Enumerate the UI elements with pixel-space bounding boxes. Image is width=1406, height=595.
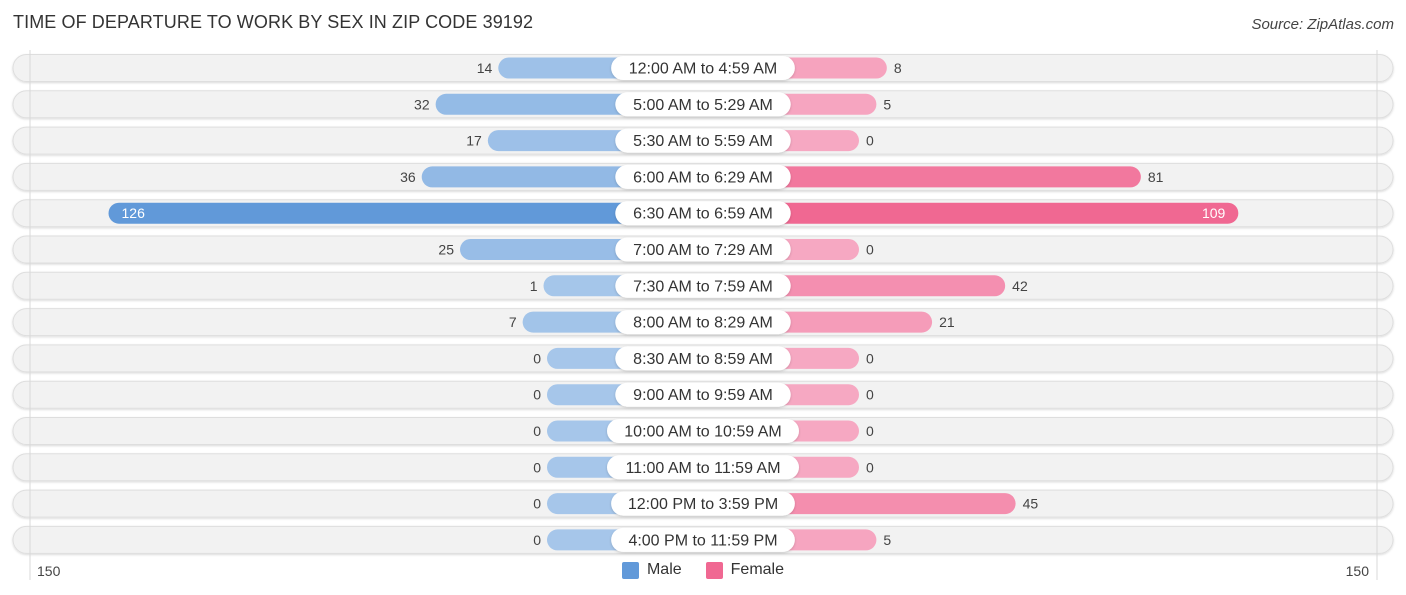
value-label-male: 1 [530,278,538,294]
value-label-female: 0 [866,133,874,149]
category-label: 10:00 AM to 10:59 AM [624,424,781,441]
chart-row: 1 42 7:30 AM to 7:59 AM [12,271,1394,300]
category-label: 12:00 PM to 3:59 PM [628,496,778,513]
legend-label-male: Male [646,561,682,578]
value-label-male: 0 [533,459,541,475]
chart-row: 0 0 9:00 AM to 9:59 AM [12,380,1394,409]
value-label-male: 0 [533,350,541,366]
value-label-male: 17 [466,133,482,149]
chart-row: 17 0 5:30 AM to 5:59 AM [12,126,1394,155]
value-label-female: 0 [866,423,874,439]
value-label-male: 0 [533,423,541,439]
chart-row: 0 0 11:00 AM to 11:59 AM [12,453,1394,482]
category-label: 11:00 AM to 11:59 AM [625,460,780,477]
value-label-male: 32 [414,96,430,112]
category-label: 7:30 AM to 7:59 AM [633,278,773,295]
category-label: 8:00 AM to 8:29 AM [633,315,773,332]
value-label-female: 5 [883,96,891,112]
legend-item-male[interactable]: Male [621,561,682,579]
chart-row: 36 81 6:00 AM to 6:29 AM [12,162,1394,191]
legend-swatch-male [621,561,639,579]
value-label-female: 0 [866,387,874,403]
chart-row: 0 0 8:30 AM to 8:59 AM [12,344,1394,373]
value-label-female: 45 [1023,496,1039,512]
category-label: 6:00 AM to 6:29 AM [633,169,773,186]
legend-label-female: Female [730,561,785,578]
category-label: 12:00 AM to 4:59 AM [629,61,778,78]
value-label-female: 109 [1202,205,1226,221]
value-label-male: 126 [122,205,146,221]
value-label-male: 36 [400,169,416,185]
value-label-male: 0 [533,387,541,403]
value-label-male: 0 [533,532,541,548]
value-label-male: 14 [477,60,493,76]
value-label-female: 5 [883,532,891,548]
chart-row: 14 8 12:00 AM to 4:59 AM [12,54,1394,82]
chart-row: 0 5 4:00 PM to 11:59 PM [12,525,1394,554]
chart-row: 7 21 8:00 AM to 8:29 AM [12,308,1394,337]
value-label-male: 25 [438,242,454,258]
category-label: 5:30 AM to 5:59 AM [633,133,773,150]
category-label: 5:00 AM to 5:29 AM [633,97,773,114]
bar-male[interactable] [108,202,703,224]
chart-row: 126 109 6:30 AM to 6:59 AM [12,199,1394,228]
chart-row: 25 0 7:00 AM to 7:29 AM [12,235,1394,264]
legend-swatch-female [705,561,723,579]
value-label-female: 8 [894,60,902,76]
category-label: 6:30 AM to 6:59 AM [633,206,773,223]
value-label-female: 0 [866,242,874,258]
chart-row: 0 45 12:00 PM to 3:59 PM [12,489,1394,518]
value-label-male: 7 [509,314,517,330]
value-label-female: 21 [939,314,955,330]
value-label-female: 0 [866,350,874,366]
value-label-female: 0 [866,459,874,475]
value-label-male: 0 [533,496,541,512]
category-label: 9:00 AM to 9:59 AM [633,387,773,404]
value-label-female: 42 [1012,278,1028,294]
legend: Male Female [0,561,1406,579]
category-label: 4:00 PM to 11:59 PM [628,532,777,549]
chart-canvas: 14 8 12:00 AM to 4:59 AM 32 5 5:00 AM to 5:29… [12,50,1394,580]
category-label: 8:30 AM to 8:59 AM [633,351,773,368]
chart-row: 32 5 5:00 AM to 5:29 AM [12,90,1394,119]
category-label: 7:00 AM to 7:29 AM [633,242,773,259]
chart-row: 0 0 10:00 AM to 10:59 AM [12,417,1394,445]
value-label-female: 81 [1148,169,1164,185]
legend-item-female[interactable]: Female [705,561,785,579]
